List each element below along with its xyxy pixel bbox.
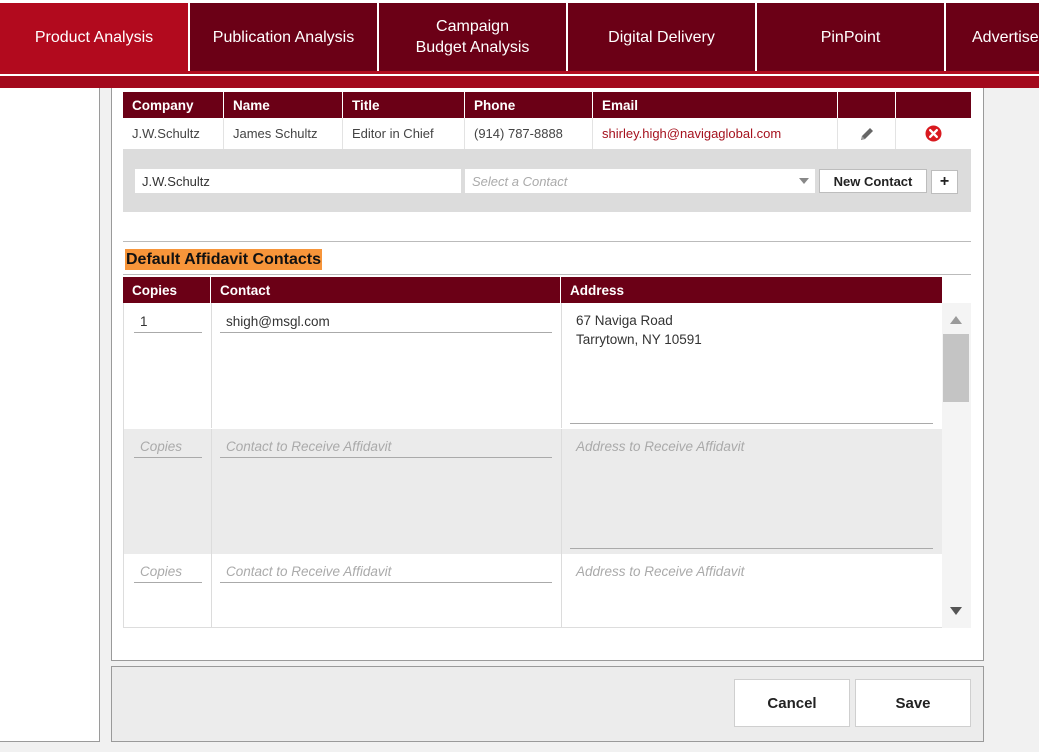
email-link[interactable]: shirley.high@navigaglobal.com <box>593 118 838 149</box>
delete-button[interactable] <box>896 118 971 149</box>
col-phone: Phone <box>465 92 593 118</box>
tab-pinpoint[interactable]: PinPoint <box>757 3 944 71</box>
scrollbar[interactable] <box>942 303 971 628</box>
scrollbar-thumb[interactable] <box>943 334 969 402</box>
table-row: Copies Contact to Receive Affidavit Addr… <box>124 554 942 627</box>
tab-campaign-budget-analysis[interactable]: Campaign Budget Analysis <box>379 3 566 71</box>
scroll-down-icon[interactable] <box>950 607 962 615</box>
table-row: Copies Contact to Receive Affidavit Addr… <box>124 429 942 554</box>
tab-publication-analysis[interactable]: Publication Analysis <box>190 3 377 71</box>
tab-product-analysis[interactable]: Product Analysis <box>0 3 188 71</box>
address-underline <box>570 423 933 424</box>
save-button[interactable]: Save <box>855 679 971 727</box>
copies-input[interactable]: Copies <box>134 436 202 458</box>
address-textarea[interactable]: Address to Receive Affidavit <box>562 429 942 554</box>
tab-digital-delivery[interactable]: Digital Delivery <box>568 3 755 71</box>
col-email: Email <box>593 92 838 118</box>
table-row: 1 shigh@msgl.com 67 Naviga Road Tarrytow… <box>124 303 942 428</box>
col-edit <box>838 92 896 118</box>
copies-input[interactable]: Copies <box>134 561 202 583</box>
add-contact-bar: J.W.Schultz Select a Contact New Contact… <box>123 149 971 212</box>
affidavit-table: 1 shigh@msgl.com 67 Naviga Road Tarrytow… <box>123 303 942 628</box>
col-copies: Copies <box>123 277 211 303</box>
footer-bar: Cancel Save <box>111 666 984 742</box>
contact-select[interactable]: Select a Contact <box>465 169 815 193</box>
cell-name: James Schultz <box>224 118 343 149</box>
copies-input[interactable]: 1 <box>134 311 202 333</box>
affidavit-table-header: Copies Contact Address <box>123 277 942 303</box>
pencil-icon <box>860 127 873 140</box>
tab-underline <box>0 71 1039 88</box>
contact-input[interactable]: shigh@msgl.com <box>220 311 552 333</box>
cell-company: J.W.Schultz <box>123 118 224 149</box>
affidavit-section-title: Default Affidavit Contacts <box>125 249 322 270</box>
address-textarea[interactable]: 67 Naviga Road Tarrytown, NY 10591 <box>562 303 942 428</box>
chevron-down-icon <box>799 178 809 184</box>
remove-icon <box>925 125 942 142</box>
cancel-button[interactable]: Cancel <box>734 679 850 727</box>
edit-button[interactable] <box>838 118 896 149</box>
add-contact-button[interactable]: + <box>931 170 958 194</box>
address-line-2: Tarrytown, NY 10591 <box>576 332 702 347</box>
top-tab-bar: Product Analysis Publication Analysis Ca… <box>0 0 1039 88</box>
address-line-1: 67 Naviga Road <box>576 313 673 328</box>
section-divider <box>123 241 971 242</box>
address-text: 67 Naviga Road Tarrytown, NY 10591 <box>576 311 702 349</box>
company-input[interactable]: J.W.Schultz <box>135 169 461 193</box>
cell-phone: (914) 787-8888 <box>465 118 593 149</box>
address-placeholder: Address to Receive Affidavit <box>576 564 745 579</box>
address-textarea[interactable]: Address to Receive Affidavit <box>562 554 942 627</box>
address-underline <box>570 548 933 549</box>
tab-advertise[interactable]: Advertise <box>946 3 1039 71</box>
col-contact: Contact <box>211 277 561 303</box>
scroll-up-icon[interactable] <box>950 316 962 324</box>
table-row: J.W.Schultz James Schultz Editor in Chie… <box>123 118 971 149</box>
col-address: Address <box>570 282 625 298</box>
cell-title: Editor in Chief <box>343 118 465 149</box>
section-divider <box>123 274 971 275</box>
col-name: Name <box>224 92 343 118</box>
col-company: Company <box>123 92 224 118</box>
contacts-table-header: Company Name Title Phone Email <box>123 92 971 118</box>
contact-input[interactable]: Contact to Receive Affidavit <box>220 436 552 458</box>
contact-input[interactable]: Contact to Receive Affidavit <box>220 561 552 583</box>
col-delete <box>896 92 971 118</box>
new-contact-button[interactable]: New Contact <box>819 169 927 193</box>
contact-select-placeholder: Select a Contact <box>472 173 568 189</box>
col-title: Title <box>343 92 465 118</box>
address-placeholder: Address to Receive Affidavit <box>576 439 745 454</box>
left-sidebar <box>0 88 100 742</box>
